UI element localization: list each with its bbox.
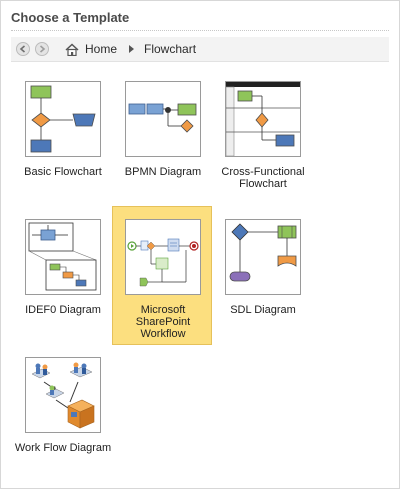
bpmn-diagram-thumbnail <box>125 81 201 157</box>
choose-template-panel: Choose a Template Home Flowchart Basic F… <box>0 0 400 489</box>
sdl-diagram-thumbnail <box>225 219 301 295</box>
template-bpmn-diagram[interactable]: BPMN Diagram <box>112 74 212 204</box>
template-label: BPMN Diagram <box>124 166 202 178</box>
title-divider <box>11 30 389 31</box>
template-label: Cross-Functional Flowchart <box>221 166 305 190</box>
template-label: Work Flow Diagram <box>14 442 112 454</box>
template-cross-functional-flowchart[interactable]: Cross-Functional Flowchart <box>212 74 312 204</box>
forward-button[interactable] <box>35 42 49 56</box>
cross-functional-flowchart-thumbnail <box>225 81 301 157</box>
panel-title: Choose a Template <box>11 10 130 25</box>
template-label: Basic Flowchart <box>24 166 102 178</box>
breadcrumb-home[interactable]: Home <box>85 42 117 56</box>
breadcrumb-current[interactable]: Flowchart <box>144 42 196 56</box>
template-sdl-diagram[interactable]: SDL Diagram <box>212 212 312 342</box>
template-idef0-diagram[interactable]: IDEF0 Diagram <box>12 212 112 342</box>
template-label: SDL Diagram <box>230 304 296 316</box>
arrow-right-icon <box>39 45 46 53</box>
template-label: Microsoft SharePoint Workflow <box>135 304 191 340</box>
arrow-left-icon <box>19 45 26 53</box>
sharepoint-workflow-thumbnail <box>125 219 201 295</box>
idef0-diagram-thumbnail <box>25 219 101 295</box>
template-label: IDEF0 Diagram <box>25 304 101 316</box>
chevron-right-icon <box>129 45 135 53</box>
template-basic-flowchart[interactable]: Basic Flowchart <box>12 74 112 204</box>
template-sharepoint-workflow[interactable]: Microsoft SharePoint Workflow <box>112 206 212 345</box>
basic-flowchart-thumbnail <box>25 81 101 157</box>
back-button[interactable] <box>16 42 30 56</box>
work-flow-diagram-thumbnail <box>25 357 101 433</box>
breadcrumb: Home Flowchart <box>11 37 389 62</box>
home-icon[interactable] <box>65 42 79 56</box>
template-work-flow-diagram[interactable]: Work Flow Diagram <box>12 350 112 462</box>
